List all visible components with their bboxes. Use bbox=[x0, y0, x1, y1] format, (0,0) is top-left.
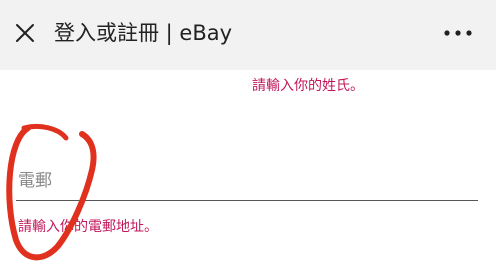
close-button[interactable] bbox=[8, 16, 42, 50]
email-field-underline bbox=[16, 200, 478, 201]
more-horizontal-icon bbox=[444, 30, 472, 36]
email-input[interactable] bbox=[66, 166, 466, 196]
email-field-label: 電郵 bbox=[18, 171, 52, 191]
close-icon bbox=[16, 24, 34, 42]
header-bar: 登入或註冊 | eBay bbox=[0, 0, 496, 70]
email-error-message: 請輸入你的電郵地址。 bbox=[18, 219, 158, 235]
surname-error-message: 請輸入你的姓氏。 bbox=[252, 78, 364, 94]
page-title: 登入或註冊 | eBay bbox=[54, 21, 233, 45]
more-options-button[interactable] bbox=[438, 18, 478, 48]
